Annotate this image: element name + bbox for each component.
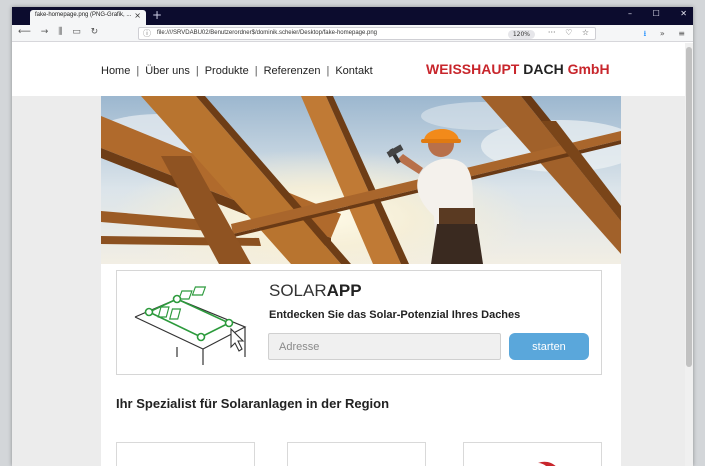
sidebar-icon[interactable]: ▭ (72, 27, 81, 37)
overflow-icon[interactable]: » (660, 29, 665, 38)
solar-app-box: SOLARAPP Entdecken Sie das Solar-Potenzi… (116, 270, 602, 375)
solar-roof-icon (134, 286, 247, 365)
nav-separator: | (136, 65, 140, 77)
nav-about[interactable]: Über uns (145, 65, 190, 77)
solar-logo-bold: APP (326, 281, 362, 300)
card-graphic (117, 443, 255, 466)
info-icon[interactable]: ⓘ (143, 28, 151, 39)
solar-logo-light: SOLAR (269, 281, 327, 300)
teaser-card[interactable] (463, 442, 602, 466)
nav-buttons: ⟵ → ⫼ ▭ ↻ (18, 27, 105, 37)
roof-construction-photo (101, 96, 621, 264)
solar-app-logo: SOLARAPP (269, 281, 362, 301)
tab-title: fake-homepage.png (PNG-Grafik, ... (35, 12, 132, 18)
toolbar-icons: ⭳ » ≡ (632, 28, 685, 42)
window-controls: – ☐ ✕ (610, 9, 687, 18)
scrollbar-thumb[interactable] (686, 47, 692, 367)
page-viewport: Home | Über uns | Produkte | Referenzen | Kontak… (12, 43, 693, 466)
nav-home[interactable]: Home (101, 65, 130, 77)
download-icon[interactable]: ⭳ (643, 29, 646, 38)
card-graphic (538, 461, 556, 466)
browser-window: fake-homepage.png (PNG-Grafik, ... × + –… (12, 7, 693, 466)
more-icon[interactable]: ··· (548, 28, 556, 37)
url-text[interactable]: file:////SRVDABU02/Benutzerordner$/domin… (157, 30, 377, 36)
navigation-bar: ⟵ → ⫼ ▭ ↻ ⓘ file:////SRVDABU02/Benutzero… (12, 25, 693, 42)
zoom-indicator[interactable]: 120% (507, 30, 535, 39)
logo-part-weisshaupt: WEISSHAUPT (426, 61, 520, 77)
nav-contact[interactable]: Kontakt (335, 65, 372, 77)
nav-products[interactable]: Produkte (205, 65, 249, 77)
teaser-card[interactable] (116, 442, 255, 466)
main-navigation: Home | Über uns | Produkte | Referenzen | Kontak… (101, 65, 373, 77)
reload-icon[interactable]: ↻ (91, 27, 99, 37)
nav-separator: | (195, 65, 199, 77)
maximize-icon[interactable]: ☐ (653, 9, 660, 18)
bookmark-star-icon[interactable]: ☆ (582, 28, 589, 37)
card-graphic (288, 443, 426, 466)
minimize-icon[interactable]: – (628, 9, 632, 18)
solar-app-subtitle: Entdecken Sie das Solar-Potenzial Ihres … (269, 309, 521, 321)
nav-separator: | (254, 65, 258, 77)
nav-references[interactable]: Referenzen (264, 65, 321, 77)
start-button[interactable]: starten (509, 333, 589, 360)
teaser-card[interactable] (287, 442, 426, 466)
page-scrollbar[interactable] (685, 43, 693, 466)
menu-icon[interactable]: ≡ (678, 29, 685, 38)
url-actions: ··· ♡ ☆ (541, 28, 589, 37)
tab-close-icon[interactable]: × (134, 11, 141, 20)
browser-tab[interactable]: fake-homepage.png (PNG-Grafik, ... × (30, 10, 146, 25)
company-logo[interactable]: WEISSHAUPT DACH GmbH (426, 61, 610, 77)
back-icon[interactable]: ⟵ (18, 27, 31, 37)
section-heading: Ihr Spezialist für Solaranlagen in der R… (116, 396, 390, 411)
pocket-icon[interactable]: ♡ (565, 28, 572, 37)
logo-part-dach: DACH (523, 61, 564, 77)
tab-bar: fake-homepage.png (PNG-Grafik, ... × + –… (12, 7, 693, 25)
nav-separator: | (326, 65, 330, 77)
site-header: Home | Über uns | Produkte | Referenzen | Kontak… (12, 43, 685, 96)
hero-image (101, 96, 621, 264)
library-icon[interactable]: ⫼ (58, 27, 62, 37)
url-bar[interactable]: ⓘ file:////SRVDABU02/Benutzerordner$/dom… (138, 27, 596, 40)
forward-icon[interactable]: → (41, 27, 49, 37)
main-content: SOLARAPP Entdecken Sie das Solar-Potenzi… (101, 96, 621, 466)
logo-part-gmbh: GmbH (567, 61, 610, 77)
close-icon[interactable]: ✕ (680, 9, 687, 18)
new-tab-icon[interactable]: + (152, 8, 162, 22)
address-input[interactable] (268, 333, 501, 360)
